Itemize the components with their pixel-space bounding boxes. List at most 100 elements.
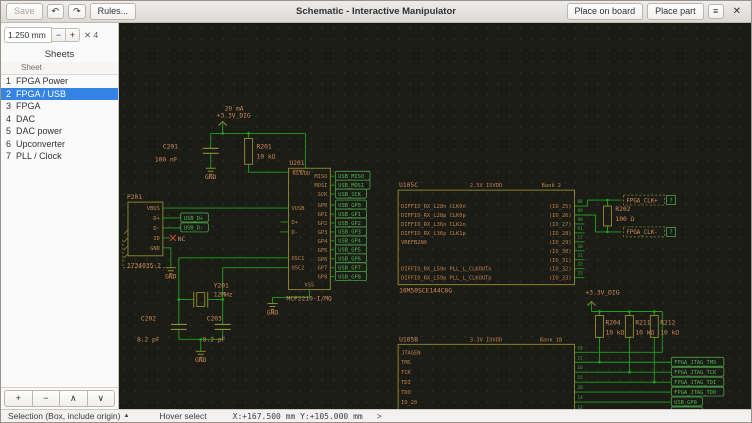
component-text[interactable]: GND [165, 274, 177, 281]
pin-name-text[interactable]: Bank 1B [540, 337, 563, 343]
grid-spacing-decrease-button[interactable]: − [51, 28, 66, 42]
redo-button[interactable]: ↷ [68, 4, 86, 19]
grid-spacing-increase-button[interactable]: + [65, 28, 80, 42]
pin-name-text[interactable]: GP0 [318, 203, 328, 209]
component-text[interactable]: 20 mA [225, 106, 244, 113]
symbol-outline-u105b[interactable] [398, 344, 574, 409]
component-text[interactable]: C203 [207, 315, 222, 322]
component-text[interactable]: R204 [605, 319, 620, 326]
sheet-row[interactable]: 2FPGA / USB [1, 88, 118, 101]
pin-name-text[interactable]: DIFFIO_RX_L28p CLK0p [401, 213, 466, 219]
selection-mode-button[interactable]: Selection (Box, include origin) ▲ [8, 411, 129, 421]
component-text[interactable]: GND [205, 174, 217, 181]
pin-name-text[interactable]: TMS [401, 360, 411, 366]
sheet-row[interactable]: 6Upconverter [1, 138, 118, 151]
move-sheet-down-button[interactable]: ∨ [87, 390, 116, 407]
pin-name-text[interactable]: MOSI [314, 183, 327, 189]
wire[interactable] [179, 258, 289, 300]
rules-button[interactable]: Rules... [90, 3, 137, 20]
pin-name-text[interactable]: (IO_28) [549, 231, 572, 237]
pin-name-text[interactable]: VREFB2N0 [401, 240, 427, 246]
pin-name-text[interactable]: (IO_26) [549, 213, 572, 219]
remove-sheet-button[interactable]: − [32, 390, 61, 407]
pin-name-text[interactable]: GND [150, 246, 160, 252]
component-text[interactable]: 12MHz [214, 292, 233, 299]
pin-number-text[interactable]: 16 [578, 365, 584, 371]
component-text[interactable]: Y201 [214, 283, 229, 290]
component-text[interactable]: 10 kΩ [635, 329, 654, 336]
pin-name-text[interactable]: (IO_32) [549, 267, 572, 273]
grid-spacing-input[interactable]: 1.250 mm [4, 27, 52, 43]
pin-name-text[interactable]: GP4 [318, 239, 328, 245]
pin-name-text[interactable]: RST [292, 171, 302, 177]
pin-name-text[interactable]: D+ [291, 220, 297, 226]
component-text[interactable]: +3.3V_DIG [217, 113, 251, 120]
pin-name-text[interactable]: DIFFIO_RX_L59n PLL_L_CLKOUTn [401, 267, 491, 273]
schematic-canvas[interactable]: USB_MISOUSB_MOSIUSB_SCKUSB_GP0USB_GP1USB… [119, 23, 751, 409]
pin-number-text[interactable]: 31 [578, 253, 584, 259]
component-text[interactable]: 10 kΩ [660, 329, 679, 336]
pin-name-text[interactable]: TDO [401, 390, 411, 396]
component-text[interactable]: GND [267, 309, 279, 316]
pin-name-text[interactable]: (IO_29) [549, 240, 572, 246]
pin-number-text[interactable]: 14 [578, 395, 584, 401]
pin-name-text[interactable]: D- [153, 226, 159, 232]
component-text[interactable]: U105B [399, 336, 418, 343]
pin-name-text[interactable]: OSC1 [291, 256, 304, 262]
resistor-body[interactable] [595, 315, 603, 337]
pin-name-text[interactable]: GP6 [318, 257, 328, 263]
pin-number-text[interactable]: 17 [578, 235, 584, 241]
pin-number-text[interactable]: 33 [578, 271, 584, 277]
pin-number-text[interactable]: 88 [578, 199, 584, 205]
pin-name-text[interactable]: 3.3V IOVDD [470, 337, 502, 343]
component-text[interactable]: R212 [660, 319, 675, 326]
pin-number-text[interactable]: 90 [578, 217, 584, 223]
component-text[interactable]: P201 [127, 194, 142, 201]
sheet-row[interactable]: 4DAC [1, 113, 118, 126]
wire[interactable] [249, 164, 289, 172]
wire[interactable] [163, 248, 171, 268]
pin-name-text[interactable]: JTAGEN [401, 350, 420, 356]
pin-name-text[interactable]: TCK [401, 370, 411, 376]
pin-name-text[interactable]: D- [291, 230, 297, 236]
pin-name-text[interactable]: VBUS [147, 206, 160, 212]
component-text[interactable]: MCP2210-I/MQ [286, 296, 332, 303]
component-text[interactable]: GND [195, 357, 207, 364]
pin-name-text[interactable]: DIFFIO_RX_L36p CLK1p [401, 231, 466, 237]
pin-name-text[interactable]: GP8 [318, 275, 328, 281]
component-text[interactable]: C201 [163, 143, 178, 150]
move-sheet-up-button[interactable]: ∧ [59, 390, 88, 407]
component-text[interactable]: C202 [141, 315, 156, 322]
pin-name-text[interactable]: OSC2 [291, 266, 304, 272]
component-text[interactable]: R202 [615, 206, 630, 213]
crystal-body[interactable] [197, 293, 205, 307]
pin-name-text[interactable]: ID [153, 236, 159, 242]
close-button[interactable]: ✕ [728, 4, 746, 19]
pin-name-text[interactable]: GP3 [318, 230, 328, 236]
component-text[interactable]: R211 [635, 319, 650, 326]
sheet-row[interactable]: 1FPGA Power [1, 75, 118, 88]
component-text[interactable]: 8.2 pF [203, 336, 226, 343]
pin-name-text[interactable]: GP7 [318, 266, 328, 272]
pin-name-text[interactable]: VUSB [291, 206, 304, 212]
component-text[interactable]: 8.2 pF [137, 336, 160, 343]
component-text[interactable]: NC [178, 236, 186, 243]
pin-name-text[interactable]: GP5 [318, 248, 328, 254]
pin-number-text[interactable]: 30 [578, 244, 584, 250]
pin-name-text[interactable]: (IO_31) [549, 258, 572, 264]
pin-number-text[interactable]: 15 [578, 375, 584, 381]
pin-number-text[interactable]: 22 [578, 355, 584, 361]
pin-number-text[interactable]: 32 [578, 262, 584, 268]
pin-number-text[interactable]: 12 [578, 405, 584, 409]
pin-name-text[interactable]: DIFFIO_RX_L36n CLK1n [401, 222, 466, 228]
sheet-row[interactable]: 7PLL / Clock [1, 150, 118, 163]
pin-name-text[interactable]: SCK [318, 192, 328, 198]
resistor-body[interactable] [625, 315, 633, 337]
component-text[interactable]: U201 [289, 160, 304, 167]
pin-name-text[interactable]: IO_20 [401, 400, 417, 406]
pin-name-text[interactable]: (IO_30) [549, 249, 572, 255]
pin-name-text[interactable]: GP2 [318, 221, 328, 227]
sheet-row[interactable]: 3FPGA [1, 100, 118, 113]
resistor-body[interactable] [603, 206, 611, 226]
pin-number-text[interactable]: 20 [578, 385, 584, 391]
